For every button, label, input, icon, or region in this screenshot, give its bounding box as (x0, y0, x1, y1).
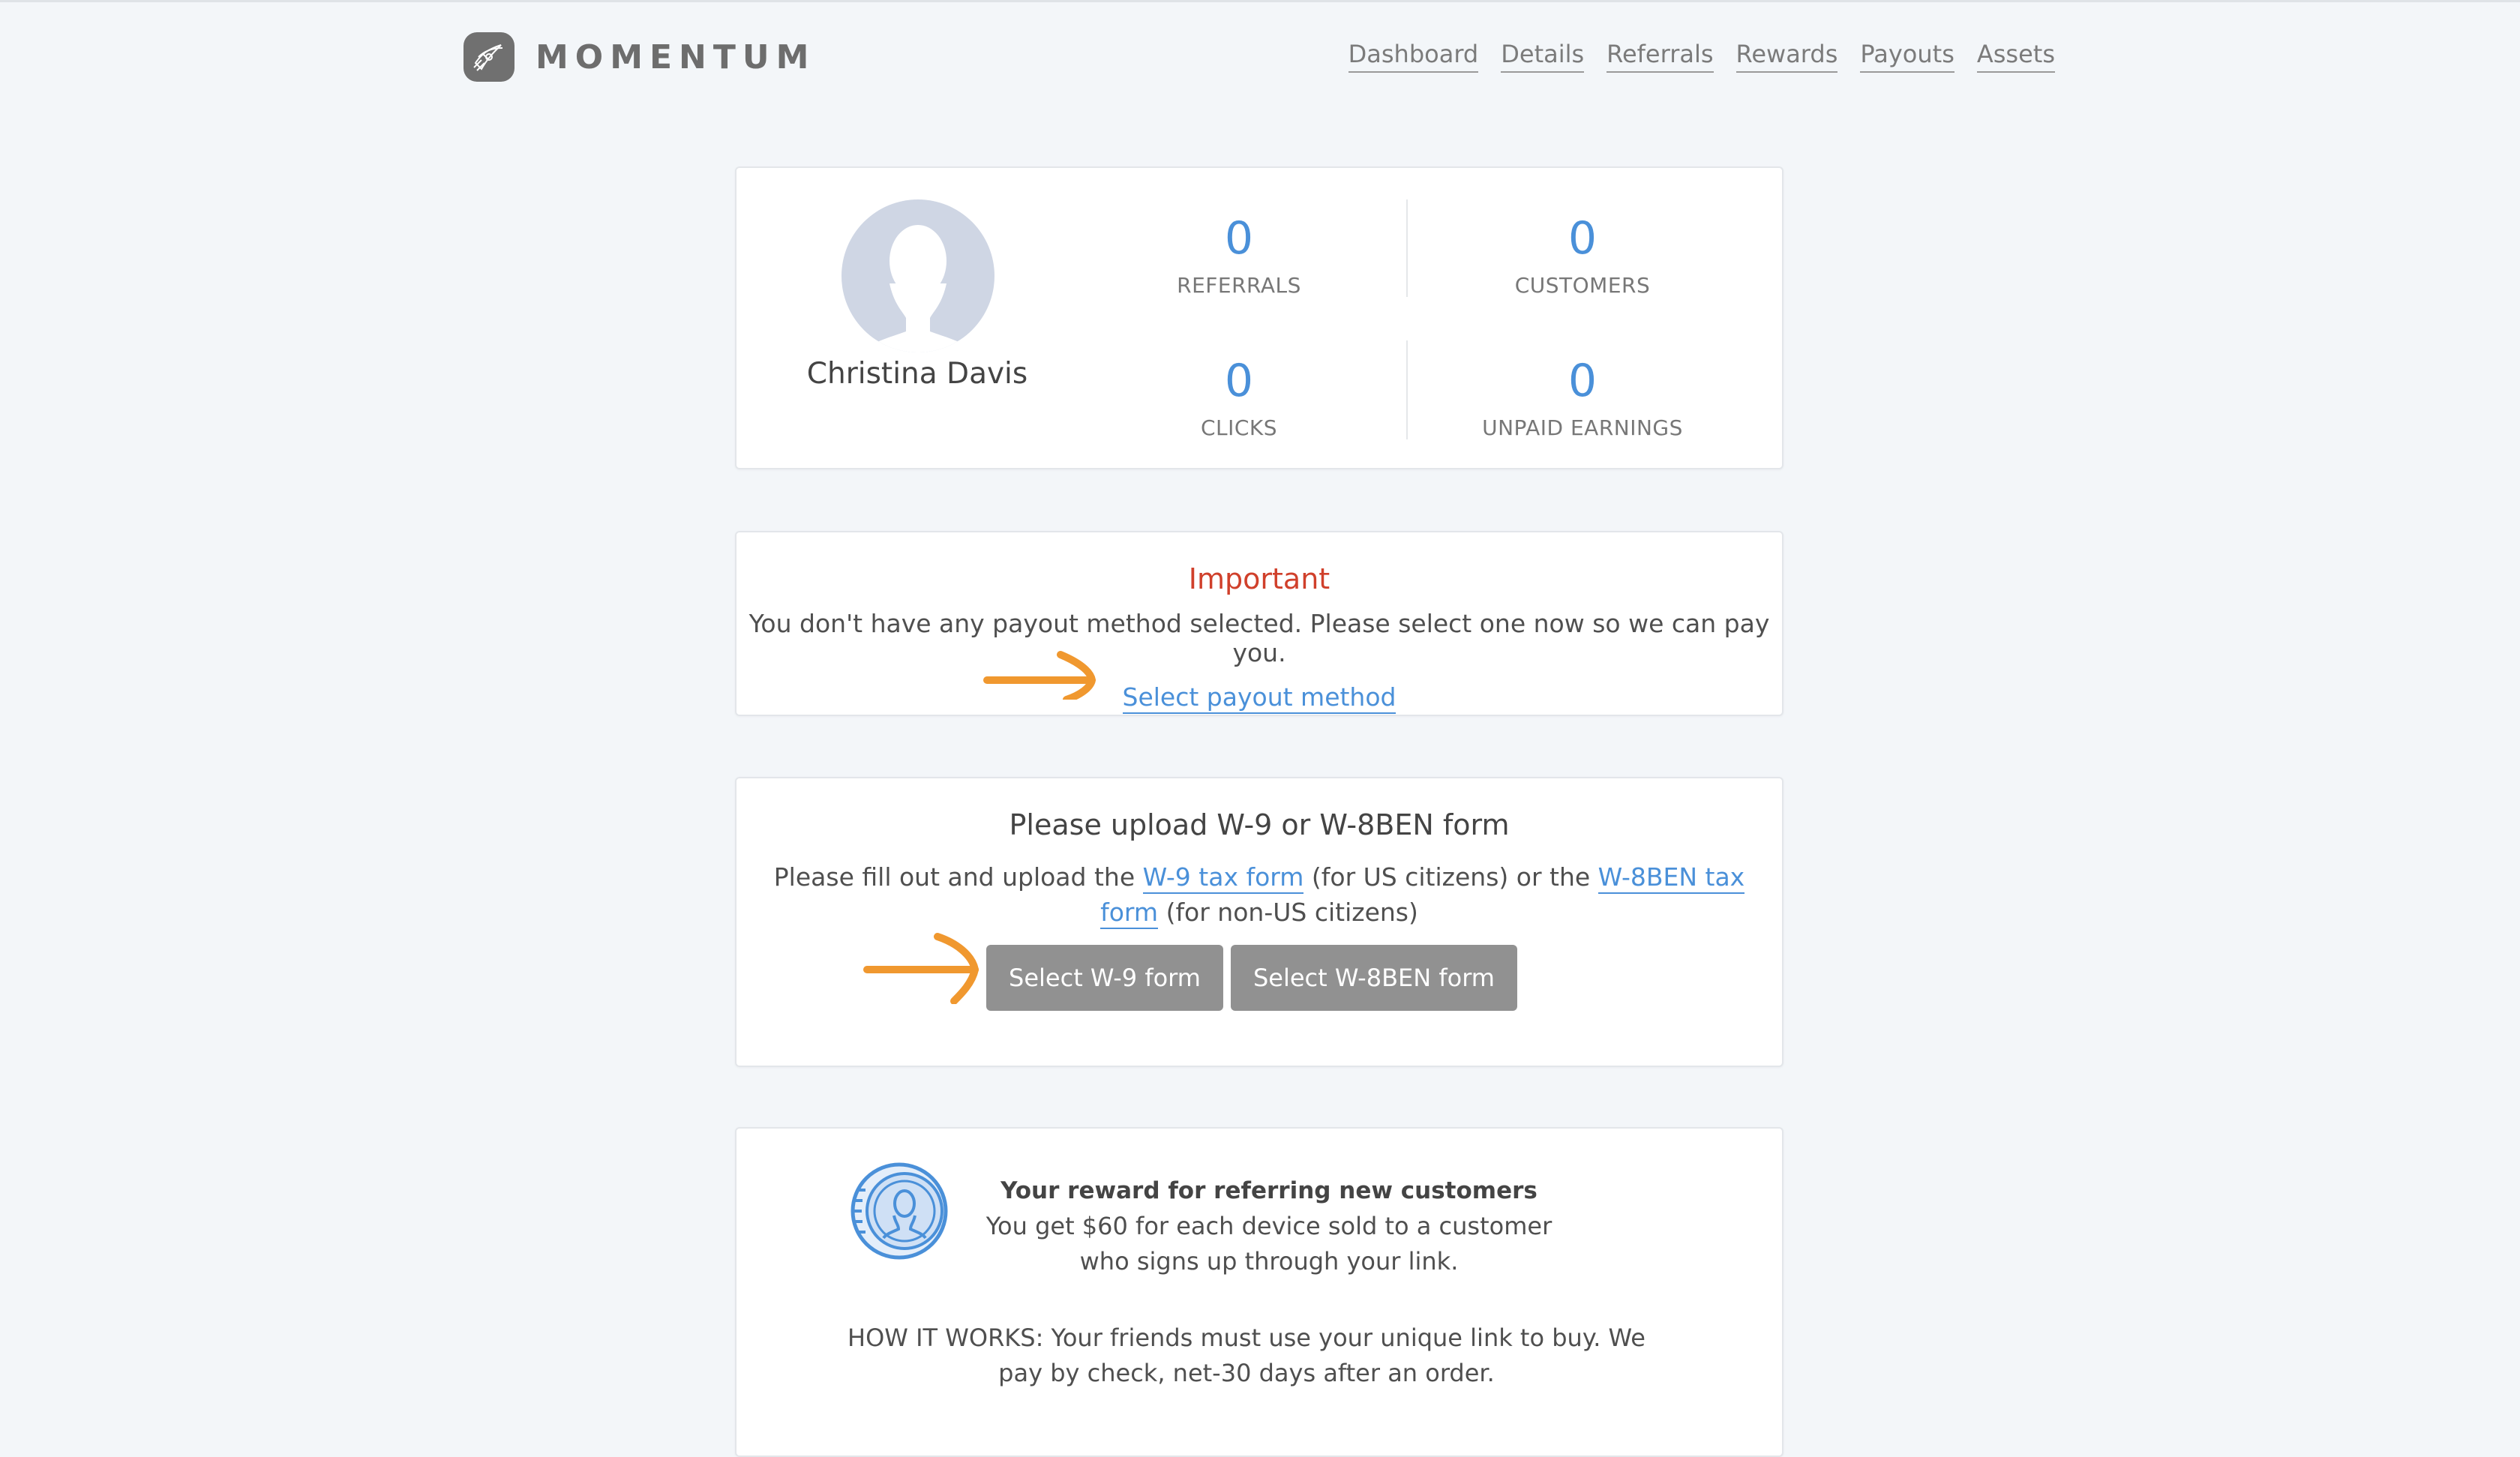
top-nav: Dashboard Details Referrals Rewards Payo… (1348, 40, 2055, 73)
important-title: Important (1188, 562, 1330, 595)
user-silhouette-icon (860, 225, 976, 352)
avatar (842, 199, 994, 352)
coin-user-icon (850, 1162, 948, 1260)
w9-tax-form-link[interactable]: W-9 tax form (1142, 862, 1304, 894)
stat-referrals: 0 REFERRALS (1082, 216, 1396, 298)
brand-name: MOMENTUM (536, 37, 816, 76)
stat-clicks: 0 CLICKS (1082, 358, 1396, 440)
stat-label: REFERRALS (1177, 273, 1301, 298)
stat-value: 0 (1224, 212, 1254, 265)
stat-label: CLICKS (1200, 415, 1278, 440)
reward-card: Your reward for referring new customers … (735, 1127, 1784, 1457)
nav-dashboard[interactable]: Dashboard (1348, 40, 1479, 73)
stat-label: CUSTOMERS (1514, 273, 1651, 298)
stat-label: UNPAID EARNINGS (1482, 415, 1683, 440)
important-card: Important You don't have any payout meth… (735, 531, 1784, 716)
stat-divider (1406, 340, 1408, 439)
arrow-right-icon (863, 933, 980, 1004)
stat-value: 0 (1568, 355, 1598, 407)
select-w9-form-button[interactable]: Select W-9 form (986, 945, 1223, 1011)
select-w8ben-form-button[interactable]: Select W-8BEN form (1230, 945, 1517, 1011)
nav-payouts[interactable]: Payouts (1860, 40, 1954, 73)
reward-description: Your reward for referring new customers … (962, 1174, 1576, 1279)
nav-referrals[interactable]: Referrals (1606, 40, 1714, 73)
profile-card: Christina Davis 0 REFERRALS 0 CUSTOMERS … (735, 166, 1784, 469)
nav-assets[interactable]: Assets (1976, 40, 2055, 73)
stat-value: 0 (1568, 212, 1598, 265)
how-it-works: HOW IT WORKS: Your friends must use your… (848, 1324, 1646, 1387)
reward-title: Your reward for referring new customers (1000, 1177, 1538, 1204)
arrow-right-icon (983, 651, 1096, 700)
upload-msg-middle: (for US citizens) or the (1304, 862, 1598, 892)
select-payout-method-link[interactable]: Select payout method (1122, 682, 1396, 714)
stat-divider (1406, 199, 1408, 297)
important-message: You don't have any payout method selecte… (748, 609, 1770, 667)
upload-msg-prefix: Please fill out and upload the (773, 862, 1143, 892)
upload-title: Please upload W-9 or W-8BEN form (1009, 808, 1510, 841)
stat-unpaid-earnings: 0 UNPAID EARNINGS (1425, 358, 1740, 440)
upload-msg-suffix: (for non-US citizens) (1158, 898, 1418, 927)
logo-mark-icon (464, 32, 514, 82)
stat-customers: 0 CUSTOMERS (1425, 216, 1740, 298)
upload-message: Please fill out and upload the W-9 tax f… (764, 859, 1754, 930)
nav-rewards[interactable]: Rewards (1736, 40, 1838, 73)
profile-name: Christina Davis (806, 357, 1028, 391)
upload-tax-form-card: Please upload W-9 or W-8BEN form Please … (735, 777, 1784, 1067)
stat-value: 0 (1224, 355, 1254, 407)
reward-text: You get $60 for each device sold to a cu… (986, 1212, 1552, 1276)
brand-logo[interactable]: MOMENTUM (464, 32, 815, 82)
nav-details[interactable]: Details (1501, 40, 1585, 73)
